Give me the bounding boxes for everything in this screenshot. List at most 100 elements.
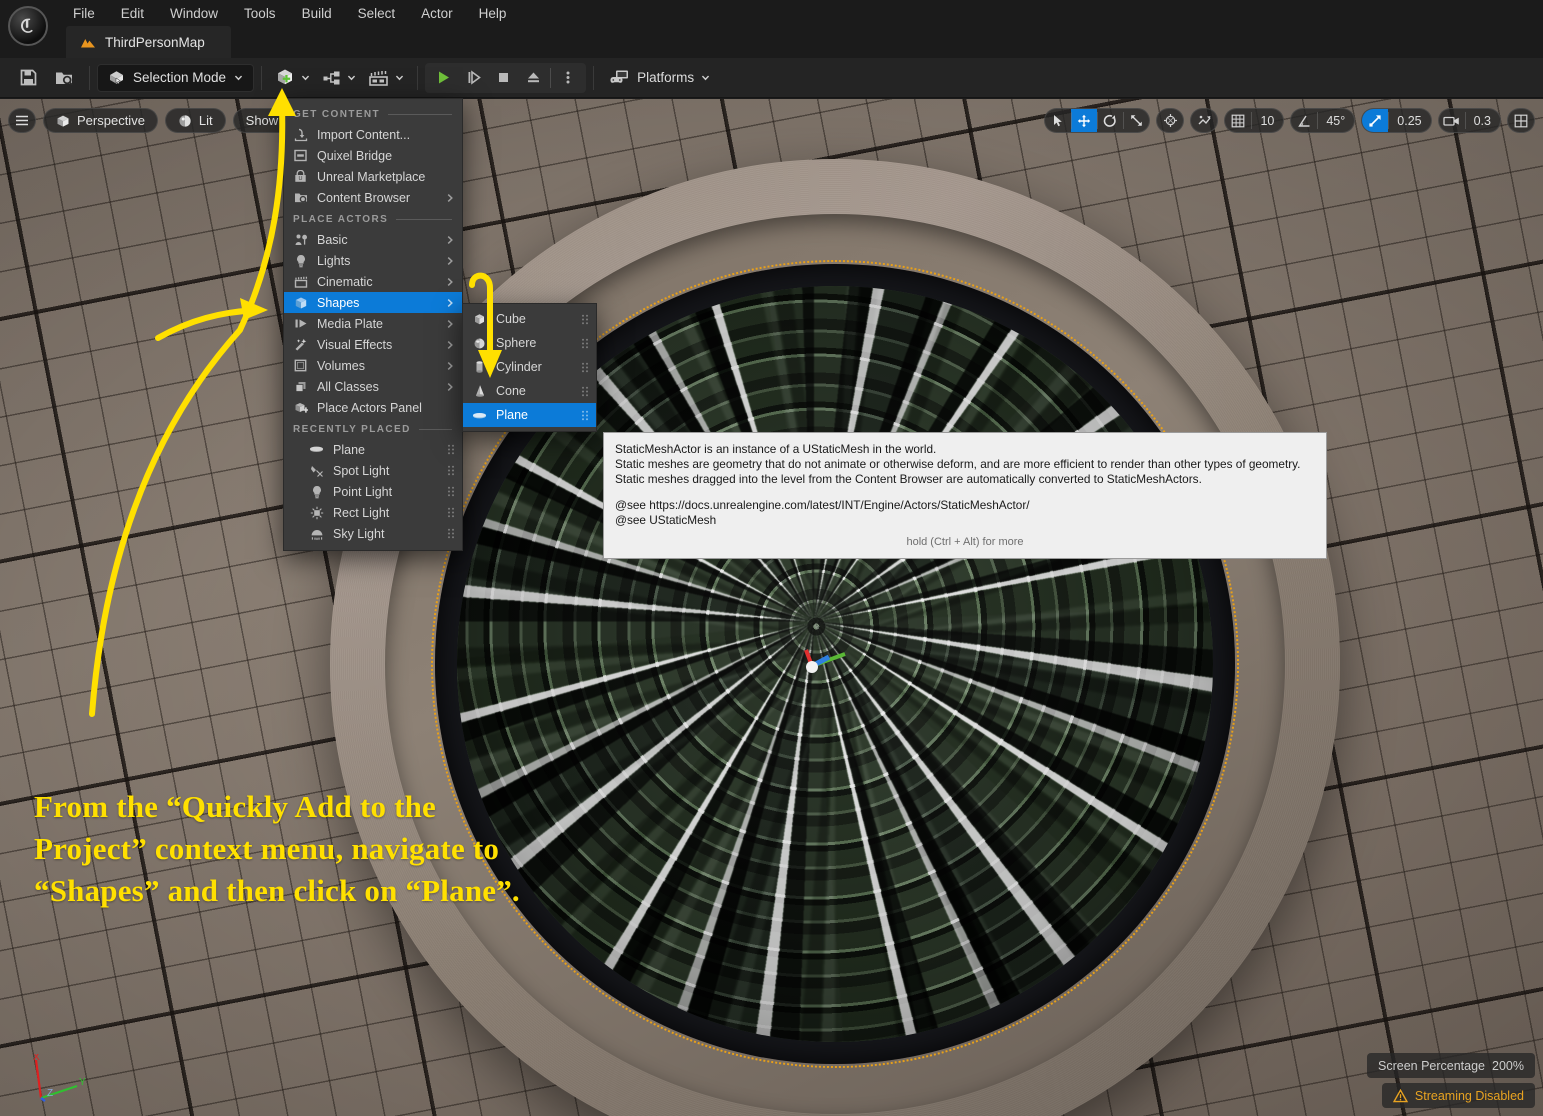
selection-mode-dropdown[interactable]: Selection Mode: [97, 63, 255, 92]
submenu-item-cube[interactable]: Cube: [463, 307, 596, 331]
grid-snap-toggle[interactable]: [1225, 109, 1251, 132]
skip-icon: [468, 70, 481, 85]
maximize-viewport-button[interactable]: [1508, 109, 1534, 132]
menu-item-cinematic[interactable]: Cinematic: [284, 271, 462, 292]
angle-snap-icon: [1298, 115, 1310, 127]
basic-actors-icon: [293, 232, 308, 247]
scale-tool-button[interactable]: [1123, 109, 1149, 132]
marketplace-icon: U: [293, 169, 308, 184]
menu-file[interactable]: File: [60, 2, 108, 25]
stop-button[interactable]: [488, 65, 518, 91]
header-rule-2: [396, 219, 452, 220]
platforms-button[interactable]: Platforms: [601, 63, 718, 93]
menu-window[interactable]: Window: [157, 2, 231, 25]
save-button[interactable]: [11, 63, 45, 93]
media-plate-label: Media Plate: [317, 316, 384, 331]
quickly-add-to-project-button[interactable]: [269, 63, 316, 93]
menu-item-unreal-marketplace[interactable]: U Unreal Marketplace: [284, 166, 462, 187]
blueprints-button[interactable]: [316, 63, 362, 93]
menu-item-media-plate[interactable]: Media Plate: [284, 313, 462, 334]
drag-handle-icon-cylinder[interactable]: [581, 362, 589, 373]
menu-item-import-content[interactable]: Import Content...: [284, 124, 462, 145]
submenu-item-plane[interactable]: Plane: [463, 403, 596, 427]
angle-snap-toggle[interactable]: [1291, 109, 1317, 132]
menu-item-visual-effects[interactable]: Visual Effects: [284, 334, 462, 355]
camera-speed-value[interactable]: 0.3: [1464, 109, 1500, 132]
submenu-item-cone[interactable]: Cone: [463, 379, 596, 403]
more-options-icon: [566, 71, 570, 84]
tab-thirdpersonmap[interactable]: ThirdPersonMap: [66, 26, 231, 58]
drag-handle-icon-cone[interactable]: [581, 386, 589, 397]
scale-snap-value[interactable]: 0.25: [1388, 109, 1430, 132]
recent-item-sky-light[interactable]: Sky Light: [284, 523, 462, 544]
menu-item-shapes[interactable]: Shapes: [284, 292, 462, 313]
viewport-viewmode-button[interactable]: Lit: [164, 108, 226, 133]
plane-label: Plane: [496, 408, 528, 422]
menu-build[interactable]: Build: [289, 2, 345, 25]
drag-handle-icon-cube[interactable]: [581, 314, 589, 325]
select-tool-button[interactable]: [1045, 109, 1071, 132]
drag-handle-icon-plane[interactable]: [581, 410, 589, 421]
surface-snapping-button[interactable]: [1191, 109, 1217, 132]
viewport-perspective-button[interactable]: Perspective: [43, 108, 158, 133]
drag-handle-icon-5[interactable]: [447, 528, 455, 539]
quickly-add-to-project-icon: [278, 69, 293, 85]
show-label: Show: [245, 113, 279, 128]
browse-content-button[interactable]: [47, 63, 81, 93]
world-coordinate-button[interactable]: [1157, 109, 1183, 132]
menu-item-all-classes[interactable]: All Classes: [284, 376, 462, 397]
streaming-disabled-badge[interactable]: Streaming Disabled: [1381, 1083, 1535, 1108]
recent-item-plane[interactable]: Plane: [284, 439, 462, 460]
cube-label: Cube: [496, 312, 526, 326]
axis-label-z: Z: [47, 1088, 53, 1099]
menu-item-quixel-bridge[interactable]: Quixel Bridge: [284, 145, 462, 166]
place-actors-panel-icon: [293, 400, 308, 415]
chevron-right-icon-lights: [447, 256, 453, 265]
menu-item-volumes[interactable]: Volumes: [284, 355, 462, 376]
eject-button[interactable]: [518, 65, 548, 91]
grid-snap-value[interactable]: 10: [1251, 109, 1283, 132]
drag-handle-icon-2[interactable]: [447, 465, 455, 476]
camera-speed-toggle[interactable]: [1439, 109, 1465, 132]
recent-sky-light-label: Sky Light: [333, 526, 385, 541]
transform-gizmo[interactable]: [795, 644, 855, 680]
drag-handle-icon[interactable]: [447, 444, 455, 455]
lights-label: Lights: [317, 253, 351, 268]
streaming-disabled-label: Streaming Disabled: [1414, 1088, 1524, 1103]
menu-item-place-actors-panel[interactable]: Place Actors Panel: [284, 397, 462, 418]
move-tool-button[interactable]: [1071, 109, 1098, 132]
scale-snap-toggle[interactable]: [1362, 109, 1389, 132]
menu-select[interactable]: Select: [345, 2, 409, 25]
drag-handle-icon-sphere[interactable]: [581, 338, 589, 349]
cinematics-button[interactable]: [362, 63, 410, 93]
angle-snap-value[interactable]: 45°: [1317, 109, 1354, 132]
drag-handle-icon-3[interactable]: [447, 486, 455, 497]
rotate-tool-button[interactable]: [1097, 109, 1123, 132]
menu-item-lights[interactable]: Lights: [284, 250, 462, 271]
shapes-label: Shapes: [317, 295, 360, 310]
recent-item-spot-light[interactable]: Spot Light: [284, 460, 462, 481]
menu-tools[interactable]: Tools: [231, 2, 289, 25]
screen-percentage-badge[interactable]: Screen Percentage 200%: [1367, 1053, 1535, 1078]
menu-edit[interactable]: Edit: [108, 2, 157, 25]
sphere-label: Sphere: [496, 336, 537, 350]
menu-help[interactable]: Help: [466, 2, 520, 25]
viewport-options-menu-button[interactable]: [8, 108, 36, 133]
play-more-options-button[interactable]: [553, 65, 583, 91]
play-button[interactable]: [428, 65, 458, 91]
sphere-shape-icon: [472, 336, 487, 351]
menu-item-basic[interactable]: Basic: [284, 229, 462, 250]
move-gizmo-icon: [1078, 114, 1091, 127]
drag-handle-icon-4[interactable]: [447, 507, 455, 518]
recent-item-point-light[interactable]: Point Light: [284, 481, 462, 502]
level-viewport[interactable]: X Y Z www.petedimitrovart.com: [0, 99, 1543, 1116]
skip-button[interactable]: [458, 65, 488, 91]
plane-shape-icon-2: [472, 408, 487, 423]
grid-snap-icon: [1232, 114, 1245, 127]
menu-actor[interactable]: Actor: [408, 2, 466, 25]
submenu-item-cylinder[interactable]: Cylinder: [463, 355, 596, 379]
recent-item-rect-light[interactable]: Rect Light: [284, 502, 462, 523]
unreal-engine-logo-icon[interactable]: [8, 6, 48, 46]
submenu-item-sphere[interactable]: Sphere: [463, 331, 596, 355]
menu-item-content-browser[interactable]: Content Browser: [284, 187, 462, 208]
